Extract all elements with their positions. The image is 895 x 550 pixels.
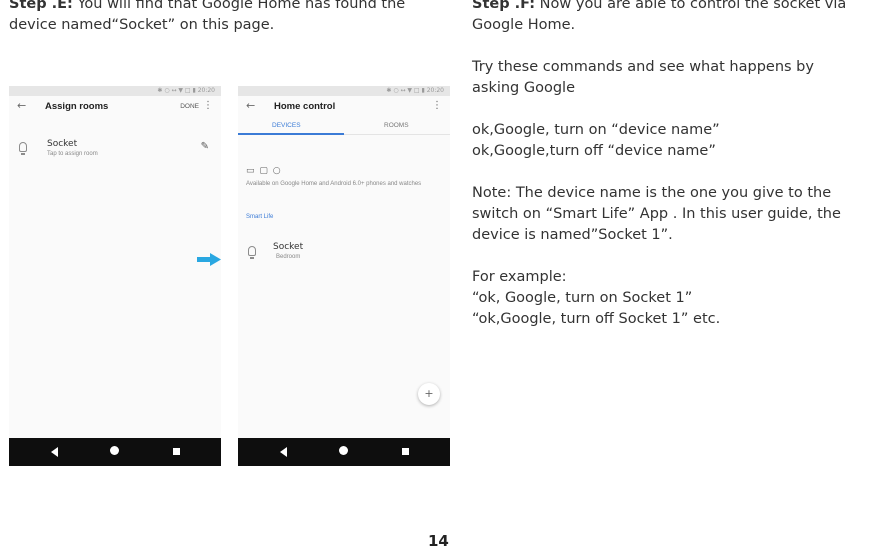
device-subtitle: Tap to assign room xyxy=(47,151,98,157)
device-row-socket[interactable]: Socket Tap to assign room ✎ xyxy=(9,138,221,164)
tab-devices[interactable]: DEVICES xyxy=(272,122,301,129)
command-off: ok,Google,turn off “device name” xyxy=(472,143,716,159)
try-line-1: Try these commands and see what happens … xyxy=(472,59,814,75)
active-tab-indicator xyxy=(238,133,344,135)
step-f-line-2: Google Home. xyxy=(472,17,576,33)
arrow-head xyxy=(210,253,221,266)
step-e-text: Step .E: You will find that Google Home … xyxy=(9,0,405,36)
android-nav-bar xyxy=(9,438,221,466)
nav-home-icon[interactable] xyxy=(339,446,348,455)
device-row-socket[interactable]: Socket Bedroom xyxy=(238,241,450,267)
back-arrow-icon[interactable]: ← xyxy=(17,99,26,112)
screen-title: Home control xyxy=(274,101,336,112)
screen-title: Assign rooms xyxy=(45,101,109,112)
android-nav-bar xyxy=(238,438,450,466)
status-icons: ✱ ○ ↔ ▼ □ ▮ 20:20 xyxy=(157,87,215,94)
device-name: Socket xyxy=(273,242,304,252)
status-icons: ✱ ○ ↔ ▼ □ ▮ 20:20 xyxy=(386,87,444,94)
step-f-label: Step .F: xyxy=(472,0,536,12)
try-commands-paragraph: Try these commands and see what happens … xyxy=(472,57,846,99)
page-number: 14 xyxy=(428,532,449,550)
example-2: “ok,Google, turn off Socket 1” etc. xyxy=(472,311,721,327)
arrow-shaft xyxy=(197,257,211,262)
nav-back-icon[interactable] xyxy=(280,447,287,457)
commands-paragraph: ok,Google, turn on “device name” ok,Goog… xyxy=(472,120,846,162)
section-title-smart-life: Smart Life xyxy=(246,214,274,220)
step-f-line-1-text: Now you are able to control the socket v… xyxy=(535,0,847,12)
tab-rooms[interactable]: ROOMS xyxy=(384,122,409,129)
more-options-icon[interactable]: ⋮ xyxy=(432,100,442,111)
note-line-2: switch on “Smart Life” App . In this use… xyxy=(472,206,841,222)
note-line-3: device is named”Socket 1”. xyxy=(472,227,673,243)
phone-screenshot-assign-rooms: ✱ ○ ↔ ▼ □ ▮ 20:20 ← Assign rooms DONE ⋮ … xyxy=(9,86,221,466)
phone-screenshot-home-control: ✱ ○ ↔ ▼ □ ▮ 20:20 ← Home control ⋮ DEVIC… xyxy=(238,86,450,466)
step-e-line-1: Step .E: You will find that Google Home … xyxy=(9,0,405,15)
right-arrow-icon xyxy=(197,253,221,266)
lightbulb-icon xyxy=(248,246,256,259)
nav-recents-icon[interactable] xyxy=(173,448,180,455)
step-e-line-1-text: You will find that Google Home has found… xyxy=(72,0,406,12)
example-paragraph: For example: “ok, Google, turn on Socket… xyxy=(472,267,846,330)
step-f-line-1: Step .F: Now you are able to control the… xyxy=(472,0,846,15)
app-bar: ← Home control ⋮ xyxy=(238,96,450,118)
availability-text: Available on Google Home and Android 6.0… xyxy=(246,181,422,187)
example-label: For example: xyxy=(472,269,567,285)
step-e-label: Step .E: xyxy=(9,0,73,12)
tab-bar: DEVICES ROOMS xyxy=(238,118,450,135)
step-e-line-2: device named“Socket” on this page. xyxy=(9,17,275,33)
more-options-icon[interactable]: ⋮ xyxy=(203,100,213,111)
nav-home-icon[interactable] xyxy=(110,446,119,455)
status-bar: ✱ ○ ↔ ▼ □ ▮ 20:20 xyxy=(238,86,450,96)
step-f-text: Step .F: Now you are able to control the… xyxy=(472,0,846,351)
try-line-2: asking Google xyxy=(472,80,576,96)
nav-back-icon[interactable] xyxy=(51,447,58,457)
status-bar: ✱ ○ ↔ ▼ □ ▮ 20:20 xyxy=(9,86,221,96)
edit-pencil-icon[interactable]: ✎ xyxy=(201,141,209,152)
add-fab-button[interactable]: + xyxy=(418,383,440,405)
app-bar: ← Assign rooms DONE ⋮ xyxy=(9,96,221,118)
lightbulb-icon xyxy=(19,142,27,155)
done-button[interactable]: DONE xyxy=(180,103,199,110)
nav-recents-icon[interactable] xyxy=(402,448,409,455)
device-type-icons: ▭ ▢ ○ xyxy=(246,166,282,176)
device-room: Bedroom xyxy=(276,254,301,260)
example-1: “ok, Google, turn on Socket 1” xyxy=(472,290,693,306)
note-line-1: Note: The device name is the one you giv… xyxy=(472,185,832,201)
device-name: Socket xyxy=(47,139,78,149)
back-arrow-icon[interactable]: ← xyxy=(246,99,255,112)
note-paragraph: Note: The device name is the one you giv… xyxy=(472,183,846,246)
command-on: ok,Google, turn on “device name” xyxy=(472,122,720,138)
step-f-intro: Step .F: Now you are able to control the… xyxy=(472,0,846,36)
